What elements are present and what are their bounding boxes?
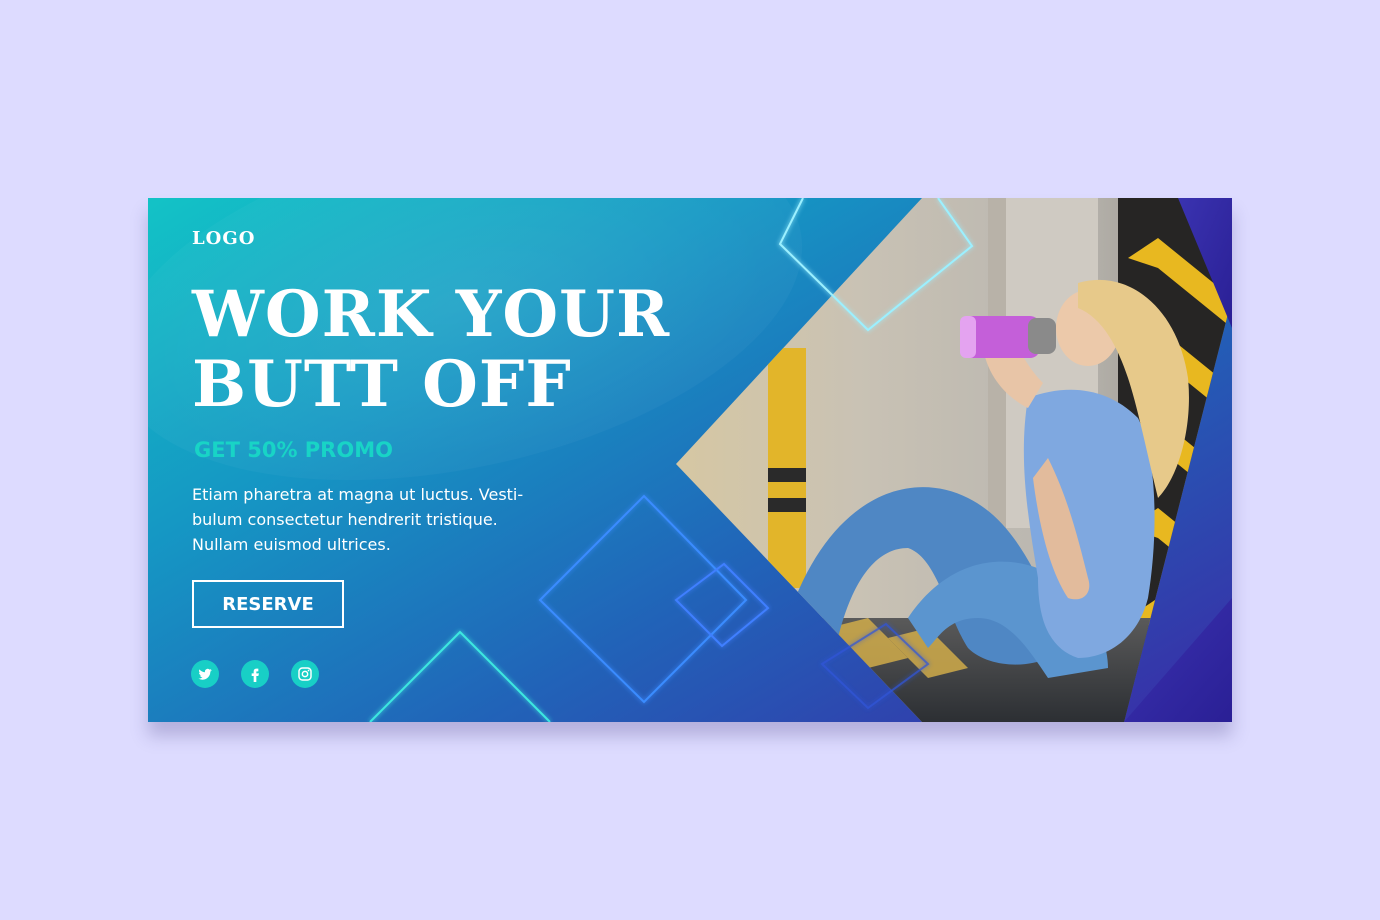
promo-text: GET 50% PROMO [194,438,393,462]
body-line-3: Nullam euismod ultrices. [192,535,391,554]
body-text: Etiam pharetra at magna ut luctus. Vesti… [192,482,592,557]
twitter-icon[interactable] [191,660,219,688]
headline-line-2: BUTT OFF [192,347,572,422]
body-line-1: Etiam pharetra at magna ut luctus. Vesti… [192,485,524,504]
headline: WORK YOUR BUTT OFF [192,280,812,420]
promo-banner: LOGO WORK YOUR BUTT OFF GET 50% PROMO Et… [148,198,1232,722]
headline-line-1: WORK YOUR [192,277,671,352]
instagram-glyph [298,667,312,681]
body-line-2: bulum consectetur hendrerit tristique. [192,510,498,529]
facebook-icon[interactable] [241,660,269,688]
facebook-glyph [251,668,259,682]
instagram-icon[interactable] [291,660,319,688]
reserve-button[interactable]: RESERVE [192,580,344,628]
brand-logo: LOGO [192,228,256,249]
twitter-glyph [198,668,212,680]
